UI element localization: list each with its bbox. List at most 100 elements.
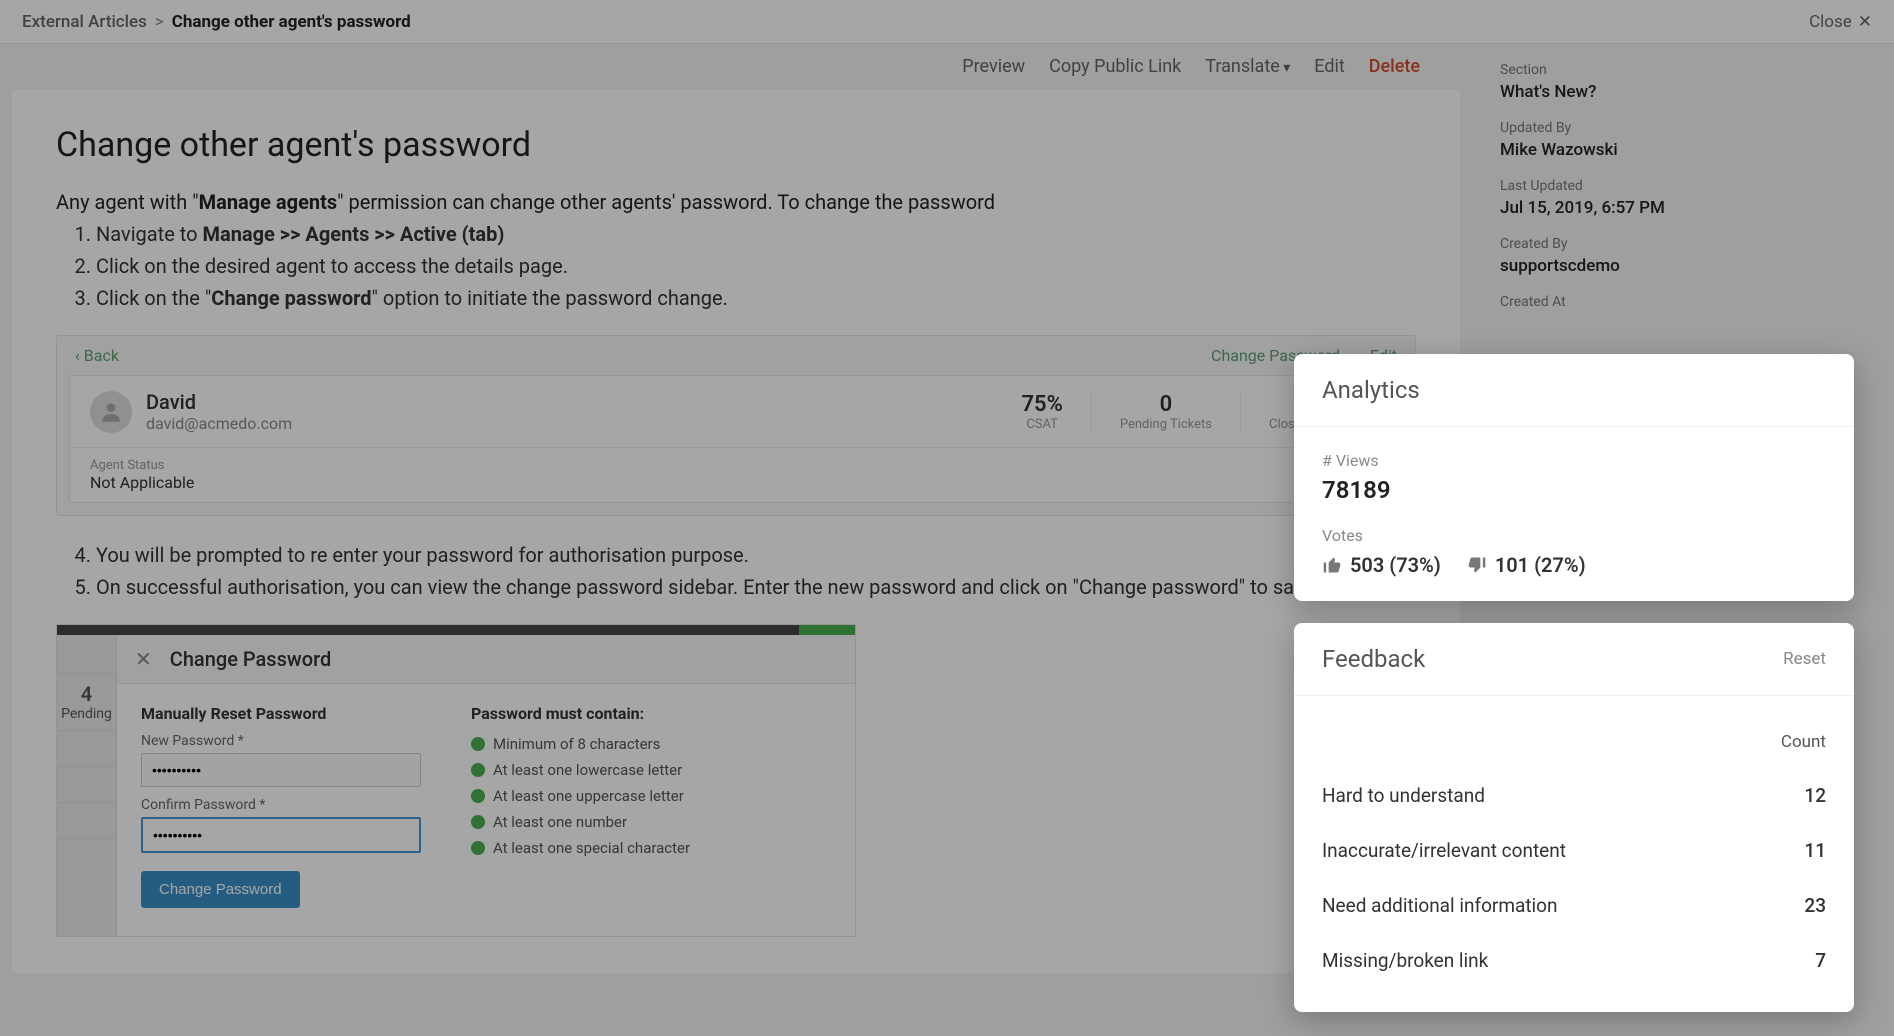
csat-stat: 75% CSAT xyxy=(993,392,1090,432)
copy-link-action[interactable]: Copy Public Link xyxy=(1049,56,1181,77)
check-icon xyxy=(471,763,485,777)
close-icon[interactable]: ✕ xyxy=(135,647,152,671)
thumbs-down-icon xyxy=(1467,555,1487,575)
step-2: Click on the desired agent to access the… xyxy=(96,251,1416,281)
article-body: Any agent with "Manage agents" permissio… xyxy=(56,187,1416,937)
avatar xyxy=(90,391,132,433)
downvotes-value: 101 (27%) xyxy=(1495,553,1586,577)
last-updated-meta: Last Updated Jul 15, 2019, 6:57 PM xyxy=(1500,178,1874,218)
embed2-sidebar: 4 Pending xyxy=(57,635,117,936)
created-by-label: Created By xyxy=(1500,236,1874,252)
left-column: Preview Copy Public Link Translate Edit … xyxy=(0,44,1480,1036)
rule-item: At least one special character xyxy=(471,839,831,857)
breadcrumb-current: Change other agent's password xyxy=(172,12,411,32)
views-label: # Views xyxy=(1322,451,1826,470)
feedback-table: Count Hard to understand 12 Inaccurate/i… xyxy=(1322,720,1826,988)
reset-button[interactable]: Reset xyxy=(1783,649,1826,669)
agent-email: david@acmedo.com xyxy=(146,414,292,433)
new-password-label: New Password * xyxy=(141,733,421,749)
step-5: On successful authorisation, you can vie… xyxy=(96,572,1416,602)
floating-panels: Analytics # Views 78189 Votes 503 (73%) … xyxy=(1294,354,1854,1012)
rule-item: At least one number xyxy=(471,813,831,831)
pending-stat: 0 Pending Tickets xyxy=(1091,392,1240,432)
person-icon xyxy=(98,399,124,425)
check-icon xyxy=(471,841,485,855)
breadcrumb-separator: > xyxy=(155,12,164,32)
article-action-bar: Preview Copy Public Link Translate Edit … xyxy=(0,44,1480,89)
section-label: Section xyxy=(1500,62,1874,78)
upvotes-value: 503 (73%) xyxy=(1350,553,1441,577)
edit-action[interactable]: Edit xyxy=(1314,56,1344,77)
feedback-row[interactable]: Hard to understand 12 xyxy=(1322,768,1826,823)
section-meta: Section What's New? xyxy=(1500,62,1874,102)
rule-item: Minimum of 8 characters xyxy=(471,735,831,753)
check-icon xyxy=(471,815,485,829)
breadcrumb-root[interactable]: External Articles xyxy=(22,12,147,32)
embed2-header: ✕ Change Password xyxy=(117,635,855,684)
top-bar: External Articles > Change other agent's… xyxy=(0,0,1894,44)
change-password-button[interactable]: Change Password xyxy=(141,871,300,908)
breadcrumb: External Articles > Change other agent's… xyxy=(22,12,411,32)
article-title: Change other agent's password xyxy=(56,125,1416,165)
embed-header: ‹ Back Change Password Edit xyxy=(57,336,1415,375)
agent-status: Agent Status Not Applicable xyxy=(90,458,194,492)
form-heading: Manually Reset Password xyxy=(141,704,421,723)
agent-status-row: Agent Status Not Applicable Deactivate xyxy=(70,447,1402,502)
step-3: Click on the "Change password" option to… xyxy=(96,283,1416,313)
created-by-value: supportscdemo xyxy=(1500,256,1874,276)
analytics-header: Analytics xyxy=(1294,354,1854,427)
confirm-password-input[interactable] xyxy=(141,817,421,853)
votes-label: Votes xyxy=(1322,526,1826,545)
agent-row: David david@acmedo.com 75% CSAT 0 xyxy=(70,376,1402,447)
section-value: What's New? xyxy=(1500,82,1874,102)
intro-text: Any agent with "Manage agents" permissio… xyxy=(56,187,1416,217)
feedback-panel: Feedback Reset Count Hard to understand … xyxy=(1294,623,1854,1012)
pending-mini: 4 Pending xyxy=(57,673,116,731)
last-updated-label: Last Updated xyxy=(1500,178,1874,194)
feedback-title: Feedback xyxy=(1322,645,1425,673)
rules-heading: Password must contain: xyxy=(471,704,831,723)
created-by-meta: Created By supportscdemo xyxy=(1500,236,1874,276)
preview-action[interactable]: Preview xyxy=(962,56,1025,77)
count-header: Count xyxy=(1781,732,1826,752)
downvotes: 101 (27%) xyxy=(1467,553,1586,577)
thumbs-up-icon xyxy=(1322,555,1342,575)
rule-item: At least one uppercase letter xyxy=(471,787,831,805)
close-button[interactable]: Close ✕ xyxy=(1809,12,1872,32)
feedback-row[interactable]: Inaccurate/irrelevant content 11 xyxy=(1322,823,1826,878)
updated-by-meta: Updated By Mike Wazowski xyxy=(1500,120,1874,160)
password-rules: Password must contain: Minimum of 8 char… xyxy=(471,704,831,908)
close-label: Close xyxy=(1809,12,1852,32)
analytics-panel: Analytics # Views 78189 Votes 503 (73%) … xyxy=(1294,354,1854,601)
embed2-topbar xyxy=(57,625,855,635)
updated-by-value: Mike Wazowski xyxy=(1500,140,1874,160)
agent-card: David david@acmedo.com 75% CSAT 0 xyxy=(69,375,1403,503)
confirm-password-label: Confirm Password * xyxy=(141,797,421,813)
agent-details-embed: ‹ Back Change Password Edit David xyxy=(56,335,1416,516)
views-value: 78189 xyxy=(1322,476,1826,504)
agent-name: David xyxy=(146,390,292,414)
delete-action[interactable]: Delete xyxy=(1369,56,1420,77)
feedback-row[interactable]: Need additional information 23 xyxy=(1322,878,1826,933)
upvotes: 503 (73%) xyxy=(1322,553,1441,577)
analytics-title: Analytics xyxy=(1322,376,1420,404)
check-icon xyxy=(471,789,485,803)
feedback-row[interactable]: Missing/broken link 7 xyxy=(1322,933,1826,988)
updated-by-label: Updated By xyxy=(1500,120,1874,136)
new-password-input[interactable] xyxy=(141,753,421,787)
last-updated-value: Jul 15, 2019, 6:57 PM xyxy=(1500,198,1874,218)
rule-item: At least one lowercase letter xyxy=(471,761,831,779)
embed2-title: Change Password xyxy=(170,647,331,671)
change-password-embed: 4 Pending ✕ Change Password xyxy=(56,624,856,937)
feedback-table-header: Count xyxy=(1322,720,1826,768)
translate-action[interactable]: Translate xyxy=(1205,56,1290,77)
check-icon xyxy=(471,737,485,751)
back-link[interactable]: ‹ Back xyxy=(75,346,119,365)
votes-row: 503 (73%) 101 (27%) xyxy=(1322,553,1826,577)
password-form: Manually Reset Password New Password * C… xyxy=(141,704,421,908)
article-card: Change other agent's password Any agent … xyxy=(12,89,1460,973)
created-at-label: Created At xyxy=(1500,294,1874,310)
created-at-meta: Created At xyxy=(1500,294,1874,310)
close-icon: ✕ xyxy=(1858,12,1872,32)
step-1: Navigate to Manage >> Agents >> Active (… xyxy=(96,219,1416,249)
